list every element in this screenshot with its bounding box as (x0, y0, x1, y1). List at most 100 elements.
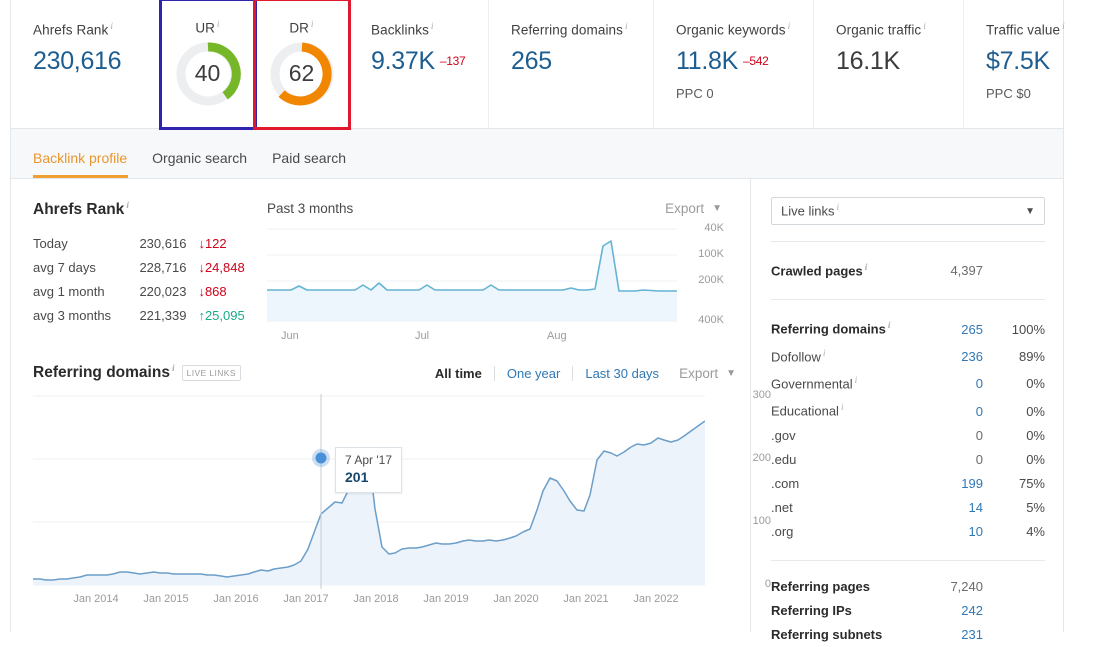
table-row: avg 3 months 221,339 ↑25,095 (33, 304, 265, 328)
range-last-30-days[interactable]: Last 30 days (573, 366, 671, 381)
x-tick: Jan 2022 (633, 593, 679, 606)
select-value: Live links i (781, 203, 840, 219)
x-tick: Jan 2016 (213, 593, 259, 606)
x-tick: Jan 2018 (353, 593, 399, 606)
metric-traffic-value: Traffic value i $7.5K PPC $0 (964, 0, 1104, 128)
metric-value-wrap: 9.37K –137 (371, 47, 488, 76)
metric-value: 16.1K (836, 46, 900, 75)
table-row: Referring subnets 231 (771, 623, 1045, 647)
referring-domains-header: Referring domains i LIVE LINKS All time O… (11, 348, 750, 382)
metric-value: $7.5K (986, 46, 1050, 75)
row-percent: 75% (1018, 475, 1045, 491)
tab-paid-search[interactable]: Paid search (272, 150, 359, 178)
mini-chart-header: Past 3 months Export ▼ (267, 201, 722, 216)
row-label: Governmental i (771, 375, 858, 392)
referring-domains-title: Referring domains i (33, 364, 175, 382)
info-icon[interactable]: i (841, 403, 844, 413)
row-label: Crawled pages i (771, 263, 868, 279)
tab-backlink-profile[interactable]: Backlink profile (33, 150, 140, 178)
info-icon[interactable]: i (923, 22, 926, 32)
table-row: Today 230,616 ↓122 (33, 232, 265, 256)
info-icon[interactable]: i (126, 201, 129, 211)
chevron-down-icon[interactable]: ▼ (726, 368, 736, 379)
info-icon[interactable]: i (311, 20, 314, 30)
metric-ur[interactable]: UR i 40 (159, 0, 257, 130)
table-row: avg 7 days 228,716 ↓24,848 (33, 256, 265, 280)
metric-label: UR i (195, 20, 220, 36)
range-one-year[interactable]: One year (495, 365, 574, 381)
row-label: Referring IPs (771, 602, 852, 618)
row-value[interactable]: 0 (921, 372, 983, 396)
y-tick: 40K (704, 222, 724, 234)
metric-backlinks: Backlinks i 9.37K –137 (349, 0, 489, 128)
mini-chart-plot: 40K 100K 200K 400K (267, 222, 724, 328)
row-value[interactable]: 242 (921, 599, 983, 623)
tooltip-value: 201 (345, 469, 369, 486)
row-value: 4,397 (950, 263, 983, 279)
chevron-down-icon[interactable]: ▼ (712, 203, 722, 214)
mini-chart-title: Past 3 months (267, 201, 354, 216)
info-icon[interactable]: i (865, 263, 868, 273)
row-value: 228,716 (139, 260, 187, 276)
row-value[interactable]: 0 (921, 400, 983, 424)
row-label: .edu (771, 451, 797, 467)
table-row: Educational i 0 0% (771, 396, 1045, 423)
metric-label: Traffic value i (986, 22, 1065, 38)
chevron-down-icon[interactable]: ▼ (1025, 206, 1035, 217)
row-percent: 0% (1026, 376, 1045, 392)
row-value[interactable]: 236 (921, 345, 983, 369)
x-tick: Jun (281, 330, 299, 342)
tab-organic-search[interactable]: Organic search (152, 150, 260, 178)
info-icon[interactable]: i (110, 22, 113, 32)
table-row: .net 14 5% (771, 496, 1045, 520)
row-value: 220,023 (139, 284, 187, 300)
metric-organic-traffic: Organic traffic i 16.1K (814, 0, 964, 128)
info-icon[interactable]: i (625, 22, 628, 32)
row-value[interactable]: 10 (921, 520, 983, 544)
divider (771, 299, 1045, 301)
info-icon[interactable]: i (836, 203, 839, 213)
row-label: Educational i (771, 403, 844, 419)
row-label: Dofollow i (771, 348, 826, 364)
info-icon[interactable]: i (1062, 22, 1065, 32)
row-label: avg 1 month (33, 284, 105, 300)
divider (771, 241, 1045, 242)
row-label: .com (771, 475, 800, 491)
info-icon[interactable]: i (823, 349, 826, 359)
info-icon[interactable]: i (172, 364, 175, 374)
metric-value-wrap: 11.8K –542 (676, 47, 813, 76)
x-tick: Aug (547, 330, 567, 342)
ur-gauge: 40 (173, 39, 243, 109)
row-value[interactable]: 14 (921, 496, 983, 520)
info-icon[interactable]: i (217, 20, 220, 30)
mini-chart-x-axis: Jun Jul Aug (267, 330, 722, 348)
metric-dr[interactable]: DR i 62 (253, 0, 351, 130)
row-value: 0 (975, 427, 983, 443)
divider (771, 559, 1045, 561)
row-label: Referring subnets (771, 626, 883, 642)
info-icon[interactable]: i (888, 321, 891, 331)
referring-totals-block: Referring pages 7,240 Referring IPs 242 … (771, 575, 1045, 647)
live-links-select[interactable]: Live links i ▼ (771, 197, 1045, 225)
row-value: 221,339 (139, 308, 187, 324)
row-percent: 5% (1026, 499, 1045, 515)
export-button[interactable]: Export (665, 201, 704, 216)
referring-domains-chart-plot: 300 200 100 0 7 Apr '17 201 (33, 389, 771, 590)
metric-subvalue: PPC 0 (676, 85, 714, 101)
row-value[interactable]: 265 (921, 318, 983, 342)
metric-organic-keywords: Organic keywords i 11.8K –542 PPC 0 (654, 0, 814, 128)
info-icon[interactable]: i (855, 376, 858, 386)
row-label: .gov (771, 427, 796, 443)
big-chart-x-axis: Jan 2014 Jan 2015 Jan 2016 Jan 2017 Jan … (33, 593, 733, 613)
row-value[interactable]: 231 (921, 623, 983, 647)
row-label: Referring domains i (771, 321, 891, 337)
ahrefs-rank-list: Today 230,616 ↓122 avg 7 days 228,716 ↓2… (33, 232, 265, 328)
export-button[interactable]: Export (679, 366, 718, 381)
info-icon[interactable]: i (431, 22, 434, 32)
row-percent: 4% (1026, 523, 1045, 539)
range-all-time[interactable]: All time (423, 365, 495, 381)
row-value[interactable]: 199 (921, 472, 983, 496)
info-icon[interactable]: i (788, 22, 791, 32)
ahrefs-rank-title: Ahrefs Rank i (33, 201, 129, 219)
row-label: .net (771, 499, 793, 515)
